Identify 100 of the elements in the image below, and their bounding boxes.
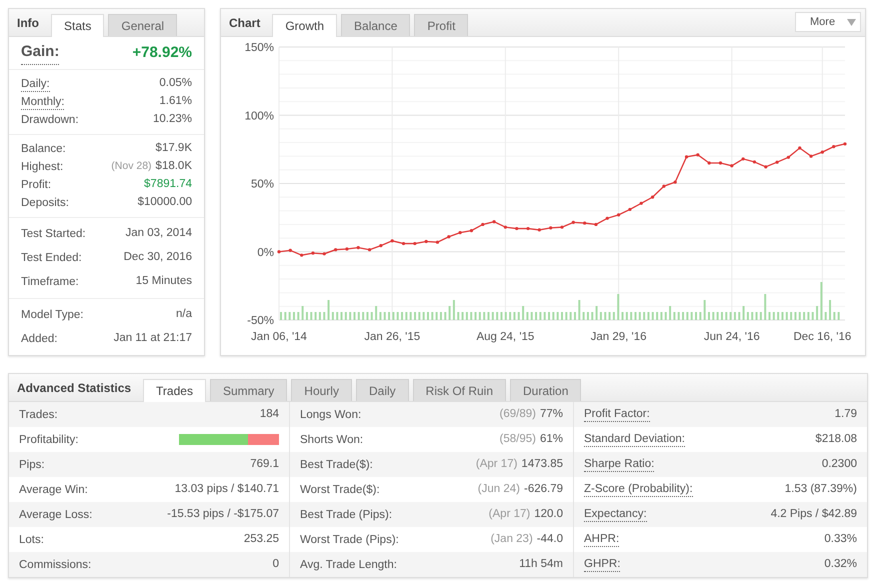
tab[interactable]: Balance [341,14,410,36]
point [594,222,598,226]
stat-value: 1.61% [159,94,192,110]
point [549,226,552,230]
stat-value: n/a [176,307,192,322]
point [718,161,722,165]
stat-label: Daily: [21,76,50,92]
stat-label: Monthly: [21,94,64,110]
stat-value: $18.0K [156,159,192,174]
point [650,196,654,199]
point [628,208,632,212]
stat-label: Longs Won: [300,408,362,422]
stat-value: Dec 30, 2016 [124,250,192,266]
point [436,240,440,244]
stat-label: Z-Score (Probability): [584,482,693,497]
stat-value: 0.2300 [822,456,857,472]
stat-label: GHPR: [584,557,620,572]
point [413,242,416,246]
stat-value: 253.25 [244,532,279,547]
stat-label: Shorts Won: [300,432,364,446]
stat-label: AHPR: [584,532,620,547]
point [560,226,564,229]
stat-label: Test Ended: [21,251,82,265]
point [684,155,688,158]
panel-title: Info [17,14,39,32]
tab[interactable]: General [108,14,178,36]
stat-label: Profit Factor: [584,407,650,422]
y-axis-label: 0% [257,246,274,259]
stat-value: 11h 54m [519,556,563,572]
point [458,231,462,234]
point [606,216,609,220]
stat-label: Avg. Trade Length: [300,558,397,572]
point [798,146,802,150]
tab[interactable]: Risk Of Ruin [412,379,506,401]
stat-value: 15 Minutes [136,274,192,290]
point [390,239,394,242]
stat-value: 0.33% [824,532,857,547]
point [538,228,541,232]
point [730,164,734,168]
tab[interactable]: Duration [510,379,582,401]
more-dropdown[interactable]: More [795,12,861,32]
tab[interactable]: Summary [210,379,288,401]
point [288,248,292,252]
stat-note: (Apr 17) [476,456,518,472]
point [515,226,518,230]
stat-label: Worst Trade($): [300,482,380,496]
stat-note: (Nov 28) [111,159,152,174]
stat-value: $10000.00 [138,195,192,210]
point [752,160,756,164]
stat-note: (Jun 24) [478,482,520,497]
stat-value: 1.53 (87.39%) [784,482,857,497]
stat-label: Lots: [19,532,44,546]
x-axis-label: Jun 24, '16 [704,331,760,343]
gain-value: +78.92% [132,42,192,63]
tab[interactable]: Daily [356,379,409,401]
point [311,252,315,255]
stat-label: Expectancy: [584,507,647,522]
point [617,213,620,216]
point [640,202,643,205]
point [402,242,406,246]
tab[interactable]: Hourly [291,379,352,401]
tab[interactable]: Growth [272,14,338,37]
tab[interactable]: Stats [51,14,104,37]
stat-value: 184 [260,406,279,422]
stat-label: Pips: [19,458,45,472]
caret-icon [847,18,856,26]
x-axis-label: Jan 06, '14 [251,331,307,343]
tab[interactable]: Trades [143,379,206,402]
stat-label: Test Started: [21,227,86,241]
point [334,248,338,252]
point [843,142,847,146]
point [424,240,428,244]
stat-value: 4.2 Pips / $42.89 [770,506,857,522]
point [583,221,586,225]
stat-label: Profitability: [19,432,78,446]
panel-title: Advanced Statistics [17,380,132,396]
stat-value: 769.1 [250,456,279,472]
y-axis-label: 150% [244,42,274,54]
stat-value: 0.32% [824,556,857,572]
point [492,220,496,224]
tab[interactable]: Profit [414,14,468,36]
point [447,235,450,238]
stat-value: -15.53 pips / -$175.07 [167,506,279,522]
x-axis-label: Dec 16, '16 [793,331,852,343]
point [764,165,768,168]
stat-value: $17.9K [156,141,192,156]
stat-note: (Apr 17) [488,506,530,522]
stat-label: Average Loss: [19,508,92,522]
stat-value: 61% [540,432,563,447]
stat-label: Best Trade (Pips): [300,508,392,522]
point [379,244,382,248]
point [696,153,700,156]
stat-label: Model Type: [21,308,84,322]
stat-value: 0 [272,556,279,572]
stat-value: 120.0 [534,506,563,522]
point [832,145,836,148]
point [277,250,281,254]
stat-value: Jan 11 at 21:17 [114,331,192,346]
point [674,180,677,184]
point [504,226,507,229]
